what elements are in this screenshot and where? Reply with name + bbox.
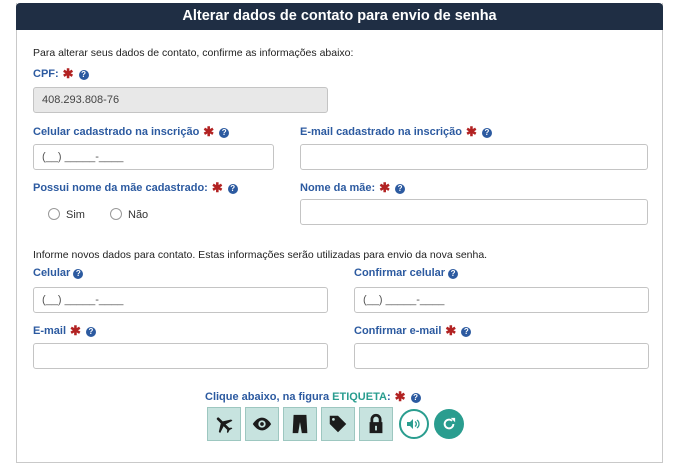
possui-nome-mae-label: Possui nome da mãe cadastrado: xyxy=(33,182,208,194)
intro-text: Para alterar seus dados de contato, conf… xyxy=(33,47,354,59)
pants-icon[interactable] xyxy=(283,407,317,441)
confirmar-celular-label: Confirmar celular xyxy=(354,267,446,279)
help-icon[interactable]: ? xyxy=(78,70,89,80)
celular-cadastrado-label: Celular cadastrado na inscrição xyxy=(33,126,200,138)
lock-icon[interactable] xyxy=(359,407,393,441)
help-icon[interactable]: ? xyxy=(481,128,492,138)
email-input[interactable] xyxy=(33,343,328,369)
email-label-row: E-mail ✱? xyxy=(33,323,96,339)
airplane-icon[interactable] xyxy=(207,407,241,441)
help-icon[interactable]: ? xyxy=(410,393,421,403)
confirmar-email-input[interactable] xyxy=(354,343,649,369)
captcha-target: ETIQUETA xyxy=(332,391,387,403)
radio-nao[interactable]: Não xyxy=(110,208,148,221)
celular-input[interactable]: (__) _____-____ xyxy=(33,287,328,313)
required-icon: ✱ xyxy=(70,323,81,338)
confirmar-celular-input[interactable]: (__) _____-____ xyxy=(354,287,649,313)
help-icon[interactable]: ? xyxy=(73,269,84,279)
required-icon: ✱ xyxy=(203,124,215,139)
captcha-prompt-text: Clique abaixo, na figura xyxy=(205,391,330,403)
email-cadastrado-label-row: E-mail cadastrado na inscrição ✱? xyxy=(300,124,492,140)
cpf-label: CPF: xyxy=(33,68,59,80)
page-title: Alterar dados de contato para envio de s… xyxy=(16,3,663,30)
cpf-field: 408.293.808-76 xyxy=(33,87,328,113)
novos-dados-intro: Informe novos dados para contato. Estas … xyxy=(33,249,488,261)
help-icon[interactable]: ? xyxy=(395,184,406,194)
cpf-label-row: CPF: ✱? xyxy=(33,66,89,82)
tag-icon[interactable] xyxy=(321,407,355,441)
required-icon: ✱ xyxy=(379,180,391,195)
required-icon: ✱ xyxy=(62,66,74,81)
captcha-icons xyxy=(207,407,393,441)
possui-nome-mae-label-row: Possui nome da mãe cadastrado: ✱? xyxy=(33,180,238,196)
radio-sim-label: Sim xyxy=(66,209,85,221)
required-icon: ✱ xyxy=(466,124,477,139)
radio-circle[interactable] xyxy=(110,208,122,220)
help-icon[interactable]: ? xyxy=(85,327,96,337)
nome-mae-input[interactable] xyxy=(300,199,648,225)
eye-icon[interactable] xyxy=(245,407,279,441)
celular-label: Celular xyxy=(33,267,71,279)
celular-cadastrado-label-row: Celular cadastrado na inscrição ✱? xyxy=(33,124,230,140)
required-icon: ✱ xyxy=(211,180,223,195)
confirmar-celular-label-row: Confirmar celular? xyxy=(354,267,459,279)
captcha-prompt: Clique abaixo, na figura ETIQUETA: ✱? xyxy=(205,389,421,405)
confirmar-email-label-row: Confirmar e-mail ✱? xyxy=(354,323,472,339)
refresh-icon xyxy=(443,417,456,430)
radio-nao-label: Não xyxy=(128,209,149,221)
help-icon[interactable]: ? xyxy=(448,269,459,279)
audio-captcha-button[interactable] xyxy=(399,409,429,439)
help-icon[interactable]: ? xyxy=(219,128,230,138)
radio-circle[interactable] xyxy=(48,208,60,220)
email-label: E-mail xyxy=(33,325,67,337)
email-cadastrado-label: E-mail cadastrado na inscrição xyxy=(300,126,463,138)
celular-cadastrado-input[interactable]: (__) _____-____ xyxy=(33,144,274,170)
confirmar-email-label: Confirmar e-mail xyxy=(354,325,442,337)
radio-sim[interactable]: Sim xyxy=(48,208,85,221)
speaker-icon xyxy=(407,419,420,429)
celular-label-row: Celular? xyxy=(33,267,84,279)
nome-mae-label: Nome da mãe: xyxy=(300,182,376,194)
nome-mae-label-row: Nome da mãe: ✱? xyxy=(300,180,406,196)
refresh-captcha-button[interactable] xyxy=(434,409,464,439)
help-icon[interactable]: ? xyxy=(461,327,472,337)
email-cadastrado-input[interactable] xyxy=(300,144,648,170)
required-icon: ✱ xyxy=(445,323,457,338)
help-icon[interactable]: ? xyxy=(227,184,238,194)
captcha-suffix: : xyxy=(386,391,391,403)
required-icon: ✱ xyxy=(394,389,406,404)
